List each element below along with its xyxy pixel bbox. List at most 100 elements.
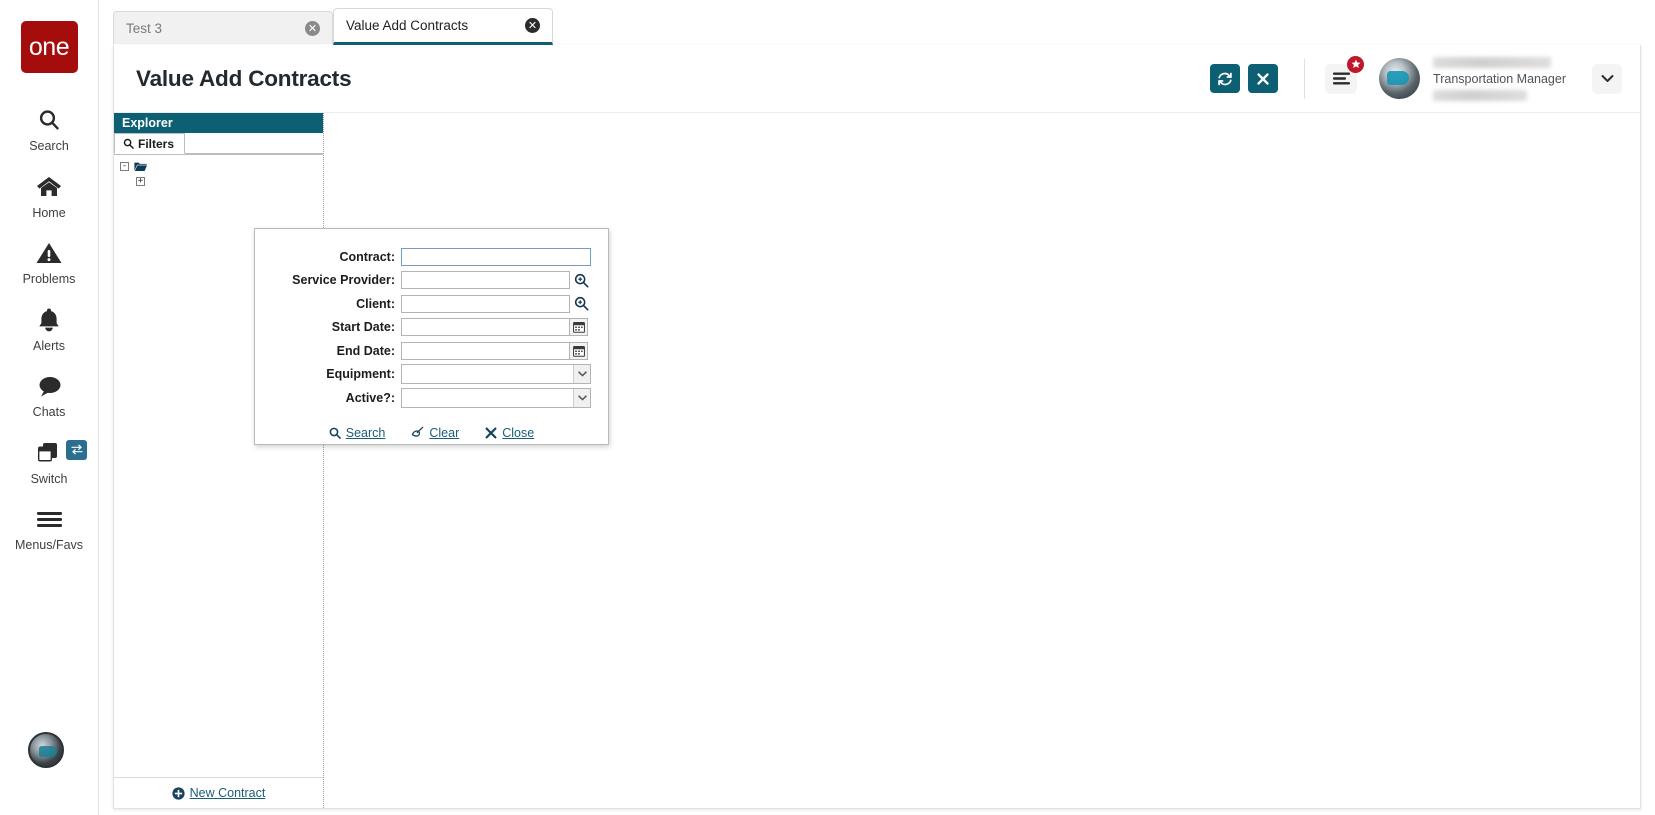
sidebar-item-label: Search: [29, 139, 69, 153]
tab-test-3[interactable]: Test 3 ✕: [113, 11, 333, 45]
search-icon: [329, 427, 341, 439]
end-date-input[interactable]: [401, 341, 570, 360]
sidebar-item-label: Menus/Favs: [14, 538, 84, 552]
sidebar-item-label: Switch: [30, 471, 68, 486]
clear-button[interactable]: Clear: [411, 426, 459, 440]
user-name-redacted: [1433, 56, 1552, 68]
rail-user-avatar[interactable]: [28, 732, 64, 768]
field-label: Service Provider:: [292, 273, 395, 288]
field-label: Equipment:: [326, 367, 395, 382]
active-select[interactable]: [401, 387, 591, 408]
client-input[interactable]: [401, 294, 570, 313]
page-title: Value Add Contracts: [136, 65, 352, 91]
tab-label: Test 3: [126, 21, 163, 36]
clear-label: Clear: [429, 425, 460, 440]
field-label: Contract:: [339, 249, 395, 264]
search-button[interactable]: Search: [329, 425, 386, 440]
hamburger-menu-icon: [1332, 72, 1350, 85]
search-icon[interactable]: [574, 296, 589, 311]
refresh-button[interactable]: [1210, 64, 1241, 93]
tab-label: Filters: [138, 136, 175, 151]
warning-triangle-icon: [36, 238, 62, 268]
main-region: Test 3 ✕ Value Add Contracts ✕ Value Add…: [99, 0, 1655, 815]
hamburger-icon: [36, 504, 63, 534]
user-org-redacted: [1433, 89, 1528, 101]
home-icon: [36, 172, 62, 202]
explorer-panel: Explorer Filters - + New Contract: [114, 113, 323, 808]
sidebar-item-label: Chats: [32, 405, 66, 419]
close-circle-icon[interactable]: ✕: [305, 21, 320, 36]
plus-circle-icon[interactable]: [171, 786, 185, 800]
sidebar-item-menus-favs[interactable]: Menus/Favs: [0, 494, 98, 561]
browser-tab-strip: Test 3 ✕ Value Add Contracts ✕: [99, 0, 1655, 45]
user-menu-button[interactable]: [1592, 63, 1622, 94]
user-info-block: Transportation Manager: [1433, 56, 1566, 101]
tree-collapse-toggle[interactable]: -: [120, 162, 129, 171]
sidebar-item-home[interactable]: Home: [0, 162, 98, 229]
field-row-contract: Contract:: [255, 245, 608, 269]
close-x-icon: [485, 427, 497, 439]
close-page-button[interactable]: [1248, 64, 1279, 93]
field-row-start-date: Start Date:: [255, 316, 608, 340]
sidebar-item-search[interactable]: Search: [0, 95, 98, 162]
filters-dialog: Contract: Service Provider: Client: Star…: [254, 228, 609, 445]
tree-expand-toggle[interactable]: +: [136, 177, 145, 186]
sidebar-item-label: Home: [32, 205, 66, 220]
field-row-client: Client:: [255, 292, 608, 316]
sidebar-item-label: Alerts: [33, 338, 65, 353]
equipment-select-wrap: [401, 364, 591, 385]
switch-windows-icon: [36, 438, 63, 468]
app-logo[interactable]: one: [20, 21, 78, 73]
close-circle-icon[interactable]: ✕: [525, 18, 540, 33]
service-provider-input[interactable]: [401, 271, 570, 290]
search-icon: [37, 105, 61, 135]
page-header: Value Add Contracts Transportation Manag…: [114, 45, 1640, 113]
tab-value-add-contracts[interactable]: Value Add Contracts ✕: [333, 8, 553, 45]
sidebar-item-alerts[interactable]: Alerts: [0, 295, 98, 362]
tree-row[interactable]: -: [120, 159, 323, 174]
contract-input[interactable]: [401, 247, 591, 266]
header-divider: [1304, 58, 1306, 99]
field-row-service-provider: Service Provider:: [255, 269, 608, 293]
tab-label: Value Add Contracts: [346, 18, 469, 33]
active-select-wrap: [401, 387, 591, 408]
swap-arrows-icon[interactable]: [66, 439, 87, 460]
sidebar-item-label: Problems: [22, 272, 76, 286]
sidebar-item-switch[interactable]: Switch: [0, 428, 98, 495]
user-role-label: Transportation Manager: [1433, 71, 1566, 86]
field-row-equipment: Equipment:: [255, 363, 608, 387]
left-nav-rail: one Search Home Problems Alerts Chats Sw…: [0, 0, 99, 815]
field-row-end-date: End Date:: [255, 339, 608, 363]
start-date-input[interactable]: [401, 318, 570, 337]
sidebar-item-problems[interactable]: Problems: [0, 228, 98, 295]
field-row-active: Active?:: [255, 386, 608, 410]
calendar-icon[interactable]: [570, 318, 588, 337]
search-label: Search: [345, 425, 386, 440]
star-badge-icon: [1347, 55, 1365, 73]
close-label: Close: [502, 425, 535, 440]
dialog-action-bar: Search Clear Close: [255, 426, 608, 440]
field-label: Active?:: [345, 390, 395, 405]
broom-icon: [411, 426, 424, 439]
explorer-tree: - +: [114, 155, 323, 189]
calendar-icon[interactable]: [570, 341, 588, 360]
sidebar-item-chats[interactable]: Chats: [0, 361, 98, 428]
new-contract-link[interactable]: New Contract: [190, 786, 266, 800]
header-menu-button[interactable]: [1325, 55, 1365, 94]
folder-open-icon: [134, 161, 147, 172]
field-label: Start Date:: [331, 320, 395, 335]
search-icon[interactable]: [574, 273, 589, 288]
bell-icon: [37, 305, 61, 335]
panel-splitter[interactable]: [323, 113, 324, 808]
close-button[interactable]: Close: [485, 426, 534, 440]
explorer-footer: New Contract: [114, 777, 323, 808]
chat-bubble-icon: [37, 371, 62, 401]
explorer-tab-bar: Filters: [114, 133, 323, 155]
explorer-tab-filler: [185, 133, 323, 154]
field-label: End Date:: [336, 343, 395, 358]
equipment-select[interactable]: [401, 364, 591, 385]
field-label: Client:: [356, 296, 395, 311]
avatar[interactable]: [1379, 58, 1421, 99]
tab-filters[interactable]: Filters: [114, 133, 186, 154]
tree-row[interactable]: +: [120, 174, 323, 189]
